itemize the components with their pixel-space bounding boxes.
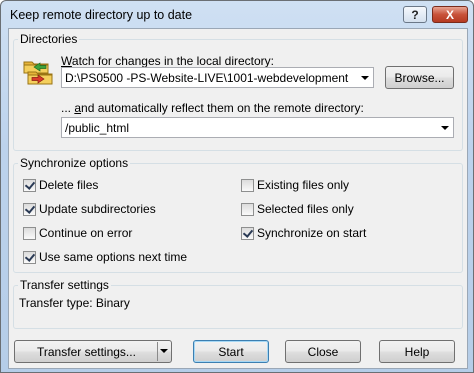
sync-options-group-title: Synchronize options [18, 156, 131, 170]
remote-label-text: nd automatically reflect them on the rem… [81, 101, 364, 115]
remote-directory-value: /public_html [65, 121, 130, 135]
continue-on-error-label[interactable]: Continue on error [39, 226, 132, 240]
directories-group-title: Directories [18, 32, 80, 46]
dialog-client-area: Directories Watch for changes in the loc… [8, 28, 468, 369]
chevron-down-icon[interactable] [160, 349, 168, 353]
local-label-text: atch for changes in the local directory: [71, 54, 274, 68]
title-close-button[interactable]: X [432, 6, 468, 23]
selected-files-only-checkbox[interactable] [241, 203, 254, 216]
delete-files-label[interactable]: Delete files [39, 178, 98, 192]
window-title: Keep remote directory up to date [10, 8, 193, 22]
continue-on-error-checkbox[interactable] [23, 227, 36, 240]
local-directory-label: Watch for changes in the local directory… [61, 54, 274, 68]
transfer-type-text: Transfer type: Binary [19, 296, 130, 310]
local-directory-combo[interactable]: D:\PS0500 -PS-Website-LIVE\1001-webdevel… [61, 67, 374, 88]
remote-directory-combo[interactable]: /public_html [61, 117, 454, 138]
close-button[interactable]: Close [285, 340, 361, 363]
synchronize-on-start-label[interactable]: Synchronize on start [257, 226, 366, 240]
transfer-settings-button[interactable]: Transfer settings... [14, 340, 172, 363]
update-subdirectories-label[interactable]: Update subdirectories [39, 202, 156, 216]
title-bar[interactable]: Keep remote directory up to date ? X [1, 1, 473, 29]
remote-directory-label: ... and automatically reflect them on th… [61, 101, 364, 115]
existing-files-only-checkbox[interactable] [241, 179, 254, 192]
local-directory-value: D:\PS0500 -PS-Website-LIVE\1001-webdevel… [65, 71, 349, 85]
chevron-down-icon[interactable] [441, 126, 449, 130]
browse-button[interactable]: Browse... [385, 66, 454, 89]
delete-files-checkbox[interactable] [23, 179, 36, 192]
existing-files-only-label[interactable]: Existing files only [257, 178, 349, 192]
help-button[interactable]: Help [379, 340, 455, 363]
local-label-accel: W [61, 54, 72, 68]
close-icon: X [445, 7, 454, 22]
use-same-options-checkbox[interactable] [23, 251, 36, 264]
title-help-button[interactable]: ? [403, 6, 427, 23]
selected-files-only-label[interactable]: Selected files only [257, 202, 354, 216]
chevron-down-icon[interactable] [361, 76, 369, 80]
update-subdirectories-checkbox[interactable] [23, 203, 36, 216]
use-same-options-label[interactable]: Use same options next time [39, 250, 187, 264]
sync-folders-icon [23, 61, 53, 85]
dialog-window: Keep remote directory up to date ? X Dir… [0, 0, 474, 373]
split-separator [157, 342, 158, 361]
synchronize-on-start-checkbox[interactable] [241, 227, 254, 240]
remote-label-prefix: ... [61, 101, 75, 115]
start-button[interactable]: Start [193, 340, 269, 363]
help-icon: ? [411, 7, 419, 22]
transfer-settings-label: Transfer settings... [37, 344, 136, 359]
transfer-settings-group-title: Transfer settings [18, 278, 111, 292]
